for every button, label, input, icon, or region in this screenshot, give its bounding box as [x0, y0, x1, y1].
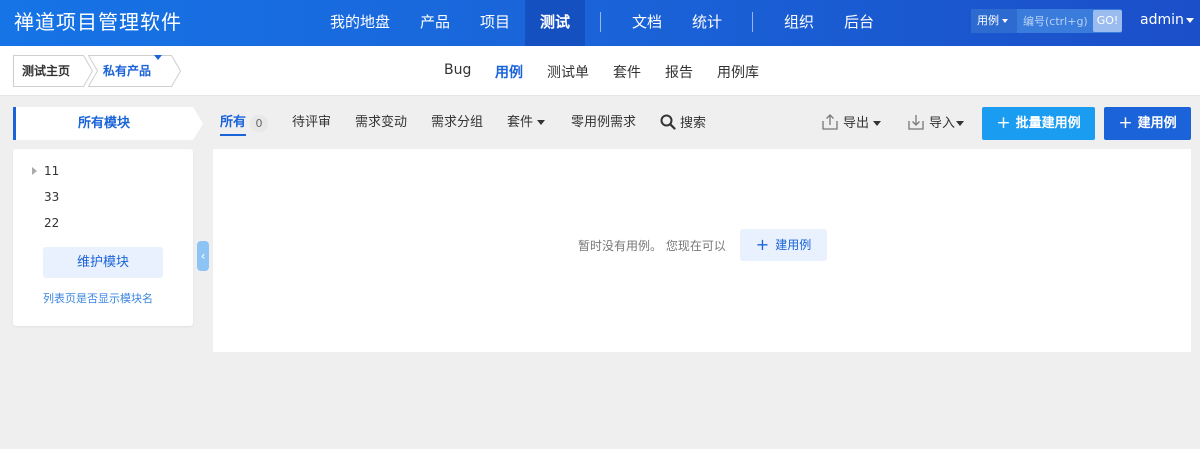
- batch-create-label: 批量建用例: [1015, 116, 1081, 131]
- tree-item[interactable]: 22: [44, 216, 59, 230]
- plus-icon: +: [1118, 113, 1133, 133]
- plus-icon: +: [755, 235, 770, 254]
- empty-message: 暂时没有用例。 您现在可以: [578, 239, 726, 253]
- export-dropdown[interactable]: 导出: [821, 113, 882, 133]
- breadcrumb-label: 测试主页: [22, 64, 71, 78]
- search-type-label: 用例: [977, 14, 999, 27]
- subnav-case[interactable]: 用例: [495, 62, 523, 82]
- tab-pending-review[interactable]: 待评审: [292, 114, 331, 132]
- top-navbar: 禅道项目管理软件 我的地盘 产品 项目 测试 文档 统计 组织 后台 用例 GO…: [0, 0, 1200, 46]
- caret-right-icon[interactable]: [32, 167, 37, 175]
- create-case-label: 建用例: [1137, 116, 1177, 131]
- module-title-label: 所有模块: [77, 116, 130, 131]
- chevron-down-icon: [1002, 19, 1008, 23]
- nav-stats[interactable]: 统计: [684, 0, 730, 46]
- search-type-dropdown[interactable]: 用例: [971, 9, 1017, 33]
- nav-organization[interactable]: 组织: [776, 0, 822, 46]
- import-label: 导入: [929, 116, 956, 131]
- nav-admin[interactable]: 后台: [836, 0, 882, 46]
- nav-divider: [752, 12, 753, 32]
- chevron-left-icon[interactable]: ‹: [197, 241, 209, 271]
- breadcrumb-product-select[interactable]: 私有产品: [88, 55, 182, 87]
- case-list-panel: 暂时没有用例。 您现在可以 + 建用例: [213, 149, 1191, 352]
- module-title[interactable]: 所有模块: [13, 107, 203, 140]
- empty-create-case-button[interactable]: + 建用例: [740, 229, 827, 261]
- active-tab-underline: [220, 134, 246, 136]
- product-name: 私有产品: [103, 64, 152, 78]
- chevron-down-icon: [1185, 17, 1194, 23]
- user-menu[interactable]: admin: [1140, 12, 1194, 28]
- module-tree-panel: 11 33 22 维护模块 列表页是否显示模块名: [13, 149, 193, 326]
- search-toggle-label: 搜索: [680, 116, 707, 131]
- import-dropdown[interactable]: 导入: [907, 113, 965, 133]
- nav-test[interactable]: 测试: [525, 0, 585, 46]
- nav-project[interactable]: 项目: [472, 0, 518, 46]
- user-name: admin: [1140, 12, 1184, 28]
- tab-suite-label: 套件: [507, 115, 534, 130]
- search-icon: [660, 114, 676, 130]
- tree-item[interactable]: 11: [44, 164, 59, 178]
- tab-story-changed[interactable]: 需求变动: [355, 114, 407, 132]
- tab-zero-case-story[interactable]: 零用例需求: [571, 114, 636, 132]
- search-input[interactable]: [1017, 9, 1093, 33]
- empty-create-label: 建用例: [775, 238, 812, 252]
- create-case-button[interactable]: + 建用例: [1104, 107, 1191, 140]
- subnav-suite[interactable]: 套件: [613, 62, 641, 82]
- chevron-down-icon: [873, 121, 882, 126]
- export-label: 导出: [843, 116, 870, 131]
- subnav-report[interactable]: 报告: [665, 62, 693, 82]
- subnav-testtask[interactable]: 测试单: [547, 62, 589, 82]
- maintain-module-button[interactable]: 维护模块: [43, 247, 163, 278]
- show-module-name-link[interactable]: 列表页是否显示模块名: [43, 290, 153, 306]
- export-icon: [822, 114, 838, 130]
- tree-item[interactable]: 33: [44, 190, 59, 204]
- nav-product[interactable]: 产品: [412, 0, 458, 46]
- sub-navbar: 测试主页 私有产品 Bug 用例 测试单 套件 报告 用例库: [0, 46, 1200, 96]
- tab-all-count-badge: 0: [250, 115, 268, 132]
- tab-group-by-story[interactable]: 需求分组: [431, 114, 483, 132]
- tab-all[interactable]: 所有: [220, 114, 246, 132]
- nav-my-dashboard[interactable]: 我的地盘: [323, 0, 397, 46]
- subnav-caselib[interactable]: 用例库: [717, 62, 759, 82]
- search-toggle[interactable]: 搜索: [660, 114, 706, 133]
- import-icon: [908, 115, 924, 130]
- nav-divider: [600, 12, 601, 32]
- subnav-bug[interactable]: Bug: [444, 62, 471, 78]
- search-go-button[interactable]: GO!: [1093, 10, 1122, 32]
- brand-title[interactable]: 禅道项目管理软件: [14, 9, 182, 35]
- plus-icon: +: [996, 113, 1011, 133]
- chevron-down-icon: [154, 55, 163, 60]
- breadcrumb-test-home[interactable]: 测试主页: [13, 55, 93, 87]
- chevron-down-icon: [537, 120, 546, 125]
- tab-suite-dropdown[interactable]: 套件: [507, 114, 546, 132]
- nav-doc[interactable]: 文档: [624, 0, 670, 46]
- global-search: 用例 GO!: [971, 9, 1122, 33]
- chevron-down-icon: [956, 121, 965, 126]
- breadcrumb-label: 私有产品: [103, 55, 163, 87]
- batch-create-case-button[interactable]: + 批量建用例: [982, 107, 1095, 140]
